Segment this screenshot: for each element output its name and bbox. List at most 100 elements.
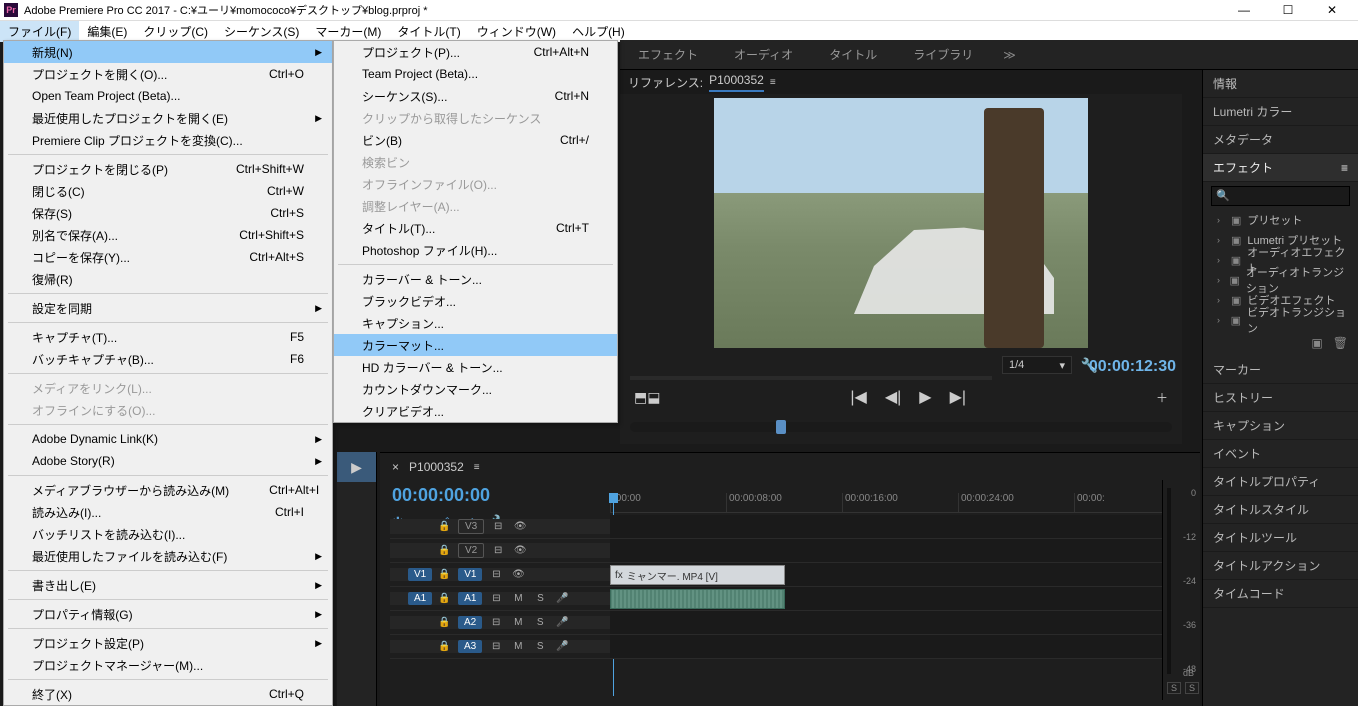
menu-item[interactable]: コピーを保存(Y)...Ctrl+Alt+S <box>4 246 332 268</box>
track-target[interactable]: A2 <box>458 616 482 629</box>
menu-item[interactable]: 終了(X)Ctrl+Q <box>4 683 332 705</box>
scrub-bar[interactable] <box>630 422 1172 432</box>
workspace-tab[interactable]: ライブラリ <box>895 40 991 69</box>
menu-item[interactable]: 復帰(R) <box>4 268 332 290</box>
sync-lock-icon[interactable]: ⊟ <box>488 617 504 628</box>
effects-search-input[interactable] <box>1211 186 1350 206</box>
menu-シーケンス(S)[interactable]: シーケンス(S) <box>216 21 307 42</box>
track-lane[interactable] <box>610 587 1190 610</box>
menu-item[interactable]: シーケンス(S)...Ctrl+N <box>334 85 617 107</box>
close-button[interactable]: ✕ <box>1310 0 1354 20</box>
panel-tab[interactable]: イベント <box>1203 440 1358 468</box>
audio-clip[interactable] <box>610 589 785 609</box>
panel-menu-icon[interactable]: ≡ <box>1341 161 1348 175</box>
workspace-more-icon[interactable]: ≫ <box>991 48 1028 62</box>
voice-over-icon[interactable]: 🎤 <box>554 593 570 604</box>
program-sequence-tab[interactable]: P1000352 <box>709 73 764 92</box>
menu-item[interactable]: カラーマット... <box>334 334 617 356</box>
menu-item[interactable]: キャプション... <box>334 312 617 334</box>
menu-item[interactable]: カウントダウンマーク... <box>334 378 617 400</box>
menu-item[interactable]: Adobe Dynamic Link(K)▶ <box>4 428 332 450</box>
workspace-tab[interactable]: オーディオ <box>716 40 811 69</box>
panel-tab-effects[interactable]: エフェクト≡ <box>1203 154 1358 182</box>
workspace-tab[interactable]: タイトル <box>811 40 895 69</box>
workspace-tab[interactable]: エフェクト <box>620 40 716 69</box>
menu-編集(E)[interactable]: 編集(E) <box>79 21 135 42</box>
panel-tab[interactable]: タイトルツール <box>1203 524 1358 552</box>
toggle-output-icon[interactable]: 👁 <box>512 521 528 532</box>
solo-button[interactable]: S <box>1185 682 1199 694</box>
effects-folder[interactable]: ›▣ビデオトランジション <box>1203 310 1358 330</box>
track-target[interactable]: V1 <box>458 568 482 581</box>
menu-item[interactable]: バッチキャプチャ(B)...F6 <box>4 348 332 370</box>
toggle-output-icon[interactable]: 👁 <box>510 569 526 580</box>
track-lane[interactable]: fxミャンマー. MP4 [V] <box>610 563 1190 586</box>
menu-item[interactable]: 新規(N)▶ <box>4 41 332 63</box>
lock-icon[interactable]: 🔒 <box>438 617 452 628</box>
selection-tool[interactable]: ▶ <box>337 452 376 482</box>
menu-item[interactable]: 設定を同期▶ <box>4 297 332 319</box>
source-patch[interactable]: A1 <box>408 592 432 605</box>
track-lane[interactable] <box>610 539 1190 562</box>
voice-over-icon[interactable]: 🎤 <box>554 641 570 652</box>
sync-lock-icon[interactable]: ⊟ <box>490 521 506 532</box>
menu-item[interactable]: プロパティ情報(G)▶ <box>4 603 332 625</box>
source-patch[interactable]: V1 <box>408 568 432 581</box>
add-marker-button[interactable]: ＋ <box>1156 389 1168 406</box>
menu-ヘルプ(H)[interactable]: ヘルプ(H) <box>564 21 633 42</box>
video-clip[interactable]: fxミャンマー. MP4 [V] <box>610 565 785 585</box>
play-button[interactable]: ▶ <box>919 387 931 407</box>
playhead-marker[interactable] <box>776 420 786 434</box>
panel-tab[interactable]: マーカー <box>1203 356 1358 384</box>
panel-menu-icon[interactable]: ≡ <box>474 462 480 473</box>
track-lane[interactable] <box>610 611 1190 634</box>
go-to-out-button[interactable]: ▶| <box>950 387 966 407</box>
menu-item[interactable]: メディアブラウザーから読み込み(M)Ctrl+Alt+I <box>4 479 332 501</box>
menu-item[interactable]: Photoshop ファイル(H)... <box>334 239 617 261</box>
solo-button[interactable]: S <box>532 593 548 604</box>
menu-ファイル(F)[interactable]: ファイル(F) <box>0 21 79 42</box>
menu-item[interactable]: 別名で保存(A)...Ctrl+Shift+S <box>4 224 332 246</box>
track-target[interactable]: A3 <box>458 640 482 653</box>
lock-icon[interactable]: 🔒 <box>438 593 452 604</box>
menu-item[interactable]: Open Team Project (Beta)... <box>4 85 332 107</box>
video-preview[interactable] <box>714 98 1088 348</box>
voice-over-icon[interactable]: 🎤 <box>554 617 570 628</box>
maximize-button[interactable]: ☐ <box>1266 0 1310 20</box>
panel-tab[interactable]: タイトルスタイル <box>1203 496 1358 524</box>
tab-menu-icon[interactable]: ≡ <box>770 77 776 88</box>
menu-item[interactable]: Team Project (Beta)... <box>334 63 617 85</box>
menu-item[interactable]: ビン(B)Ctrl+/ <box>334 129 617 151</box>
lock-icon[interactable]: 🔒 <box>438 569 452 580</box>
menu-item[interactable]: プロジェクトを閉じる(P)Ctrl+Shift+W <box>4 158 332 180</box>
menu-item[interactable]: プロジェクト(P)...Ctrl+Alt+N <box>334 41 617 63</box>
minimize-button[interactable]: ― <box>1222 0 1266 20</box>
menu-item[interactable]: バッチリストを読み込む(I)... <box>4 523 332 545</box>
menu-item[interactable]: タイトル(T)...Ctrl+T <box>334 217 617 239</box>
zoom-dropdown[interactable]: 1/4▾ <box>1002 356 1072 374</box>
menu-クリップ(C)[interactable]: クリップ(C) <box>135 21 216 42</box>
lock-icon[interactable]: 🔒 <box>438 641 452 652</box>
menu-item[interactable]: 保存(S)Ctrl+S <box>4 202 332 224</box>
lock-icon[interactable]: 🔒 <box>438 521 452 532</box>
panel-tab[interactable]: メタデータ <box>1203 126 1358 154</box>
menu-item[interactable]: ブラックビデオ... <box>334 290 617 312</box>
solo-button[interactable]: S <box>532 641 548 652</box>
toggle-output-icon[interactable]: 👁 <box>512 545 528 556</box>
menu-item[interactable]: 最近使用したファイルを読み込む(F)▶ <box>4 545 332 567</box>
menu-item[interactable]: クリアビデオ... <box>334 400 617 422</box>
panel-tab[interactable]: タイトルアクション <box>1203 552 1358 580</box>
panel-tab[interactable]: ヒストリー <box>1203 384 1358 412</box>
menu-item[interactable]: プロジェクト設定(P)▶ <box>4 632 332 654</box>
track-target[interactable]: V2 <box>458 543 484 558</box>
mute-button[interactable]: M <box>510 641 526 652</box>
menu-item[interactable]: キャプチャ(T)...F5 <box>4 326 332 348</box>
go-to-in-button[interactable]: |◀ <box>850 387 866 407</box>
effects-folder[interactable]: ›▣オーディオトランジション <box>1203 270 1358 290</box>
panel-tab[interactable]: タイムコード <box>1203 580 1358 608</box>
panel-tab[interactable]: 情報 <box>1203 70 1358 98</box>
menu-item[interactable]: 読み込み(I)...Ctrl+I <box>4 501 332 523</box>
menu-item[interactable]: Premiere Clip プロジェクトを変換(C)... <box>4 129 332 151</box>
menu-item[interactable]: プロジェクトマネージャー(M)... <box>4 654 332 676</box>
track-lane[interactable] <box>610 635 1190 658</box>
